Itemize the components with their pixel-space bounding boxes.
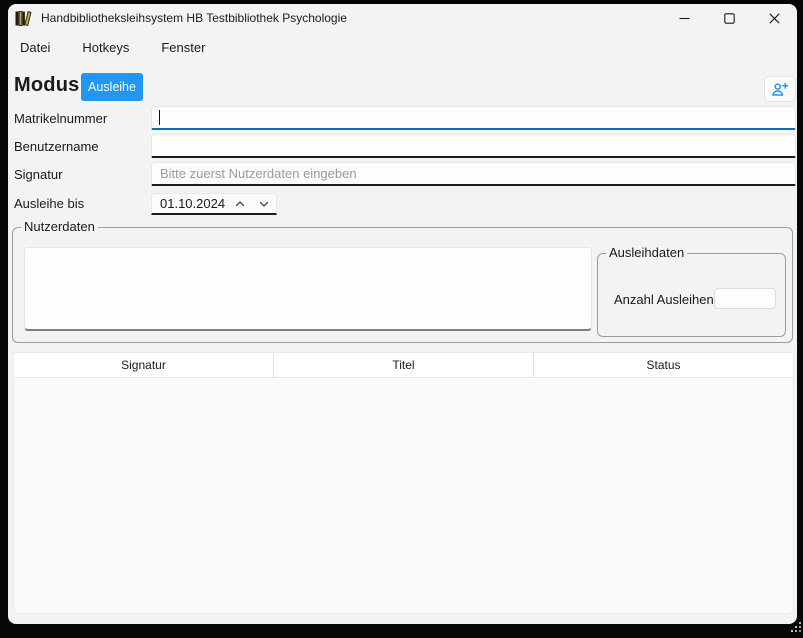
nutzerdaten-legend: Nutzerdaten (21, 219, 98, 235)
books-icon (15, 11, 32, 26)
matrikelnummer-label: Matrikelnummer (14, 111, 107, 126)
maximize-icon[interactable] (707, 4, 752, 32)
date-value[interactable]: 01.10.2024 (152, 196, 228, 211)
menu-item-hotkeys[interactable]: Hotkeys (72, 35, 139, 60)
column-header-titel[interactable]: Titel (273, 353, 533, 377)
window-title: Handbibliotheksleihsystem HB Testbibliot… (41, 11, 347, 25)
chevron-down-icon[interactable] (252, 194, 276, 213)
signatur-label: Signatur (14, 167, 62, 182)
chevron-up-icon[interactable] (228, 194, 252, 213)
anzahl-ausleihen-input[interactable] (714, 288, 776, 309)
menubar: Datei Hotkeys Fenster (10, 35, 227, 60)
resize-grip-icon[interactable] (790, 620, 802, 632)
nutzerdaten-textarea[interactable] (24, 247, 592, 331)
column-header-status[interactable]: Status (533, 353, 793, 377)
minimize-icon[interactable] (662, 4, 707, 32)
ausleihe-bis-label: Ausleihe bis (14, 196, 84, 211)
add-user-icon (771, 82, 789, 97)
benutzername-input[interactable] (151, 134, 796, 158)
close-icon[interactable] (752, 4, 797, 32)
matrikelnummer-input[interactable] (151, 106, 796, 130)
add-user-button[interactable] (764, 76, 796, 102)
anzahl-ausleihen-label: Anzahl Ausleihen (614, 292, 714, 307)
ausleihdaten-legend: Ausleihdaten (606, 245, 687, 261)
ausleihe-bis-date-spinner[interactable]: 01.10.2024 (151, 193, 277, 215)
ausleihdaten-groupbox: Ausleihdaten Anzahl Ausleihen (597, 253, 786, 337)
text-caret (159, 110, 160, 125)
menu-item-datei[interactable]: Datei (10, 35, 60, 60)
screen: { "colors": { "accent": "#2196F3", "focu… (0, 0, 803, 633)
signatur-input[interactable] (151, 162, 796, 186)
column-header-signatur[interactable]: Signatur (14, 353, 273, 377)
app-window: Handbibliotheksleihsystem HB Testbibliot… (8, 4, 797, 624)
ausleihe-mode-button[interactable]: Ausleihe (81, 73, 143, 101)
results-table-header: Signatur Titel Status (13, 352, 794, 378)
benutzername-label: Benutzername (14, 139, 99, 154)
mode-heading: Modus (14, 74, 79, 97)
menu-item-fenster[interactable]: Fenster (151, 35, 215, 60)
window-controls (662, 4, 797, 32)
titlebar: Handbibliotheksleihsystem HB Testbibliot… (8, 4, 797, 32)
results-table-body (13, 378, 794, 614)
